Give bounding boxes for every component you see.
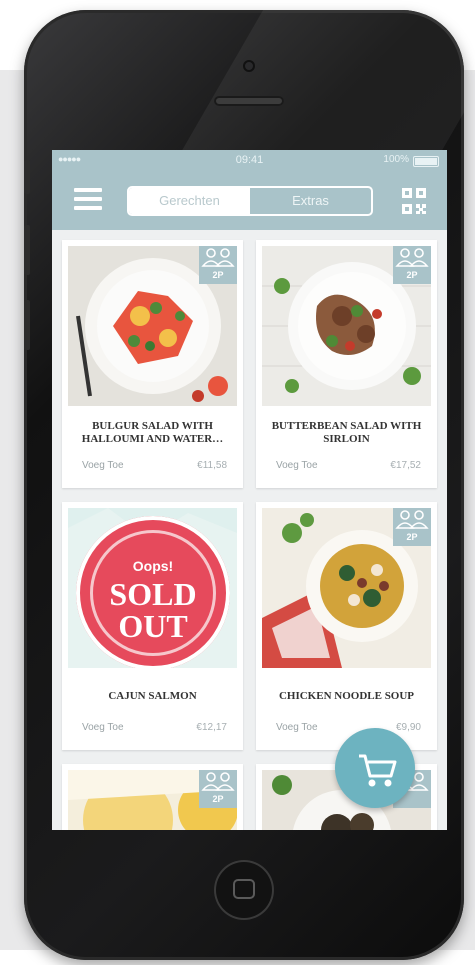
front-camera — [243, 60, 255, 72]
category-segmented-control: Gerechten Extras — [127, 186, 373, 216]
persons-badge: 2P — [199, 246, 237, 284]
cart-button[interactable] — [335, 728, 415, 808]
tab-extras[interactable]: Extras — [250, 188, 371, 214]
persons-icon — [199, 246, 237, 268]
sold-out-stamp: Oops! SOLD OUT — [76, 516, 230, 668]
phone-frame: ●●●●● 09:41 100% Gerechten Extras 2P BUL… — [24, 10, 464, 960]
persons-label: 2P — [212, 794, 224, 804]
product-card[interactable]: 2P BUTTERBEAN SALAD WITH SIRLOIN Voeg To… — [256, 240, 437, 488]
sold-out-line-2: OUT — [118, 608, 188, 644]
product-name: CHICKEN NOODLE SOUP — [278, 690, 415, 702]
home-button[interactable] — [214, 860, 274, 920]
persons-icon — [393, 246, 431, 268]
battery-percent: 100% — [383, 154, 409, 165]
sold-out-line-1: SOLD — [109, 576, 197, 612]
product-card[interactable]: 2P CHICKEN NOODLE SOUP Voeg Toe €9,90 — [256, 502, 437, 750]
product-name: BULGUR SALAD WITH HALLOUMI AND WATER… — [81, 420, 224, 445]
add-to-cart-link[interactable]: Voeg Toe — [276, 722, 318, 733]
product-card[interactable]: 2P — [62, 764, 243, 830]
cart-icon — [359, 754, 397, 787]
persons-icon — [393, 508, 431, 530]
battery-icon — [413, 156, 439, 167]
product-name: CAJUN SALMON — [108, 690, 197, 702]
menu-icon[interactable] — [74, 188, 102, 212]
status-bar: ●●●●● 09:41 100% — [52, 150, 447, 172]
home-square-icon — [233, 879, 255, 899]
product-price: €11,58 — [197, 460, 227, 471]
add-to-cart-link[interactable]: Voeg Toe — [82, 460, 124, 471]
nav-bar: Gerechten Extras — [52, 172, 447, 230]
product-price: €12,17 — [196, 722, 227, 733]
product-price: €17,52 — [390, 460, 421, 471]
persons-badge: 2P — [393, 508, 431, 546]
persons-label: 2P — [406, 270, 418, 280]
mute-switch — [24, 160, 30, 194]
volume-up-button — [24, 225, 30, 275]
qr-code-icon[interactable] — [402, 188, 426, 214]
persons-badge: 2P — [393, 246, 431, 284]
add-to-cart-link[interactable]: Voeg Toe — [276, 460, 318, 471]
product-image: Oops! SOLD OUT — [68, 508, 237, 668]
product-name: BUTTERBEAN SALAD WITH SIRLOIN — [271, 420, 422, 445]
volume-down-button — [24, 300, 30, 350]
tab-gerechten[interactable]: Gerechten — [129, 188, 250, 214]
product-card[interactable]: Oops! SOLD OUT CAJUN SALMON Voeg Toe €12… — [62, 502, 243, 750]
add-to-cart-link[interactable]: Voeg Toe — [82, 722, 124, 733]
persons-badge: 2P — [199, 770, 237, 808]
app-screen: ●●●●● 09:41 100% Gerechten Extras 2P BUL… — [52, 150, 447, 830]
product-card[interactable]: 2P BULGUR SALAD WITH HALLOUMI AND WATER…… — [62, 240, 243, 488]
persons-icon — [199, 770, 237, 792]
sold-out-oops: Oops! — [132, 558, 174, 574]
persons-label: 2P — [212, 270, 224, 280]
earpiece-speaker — [214, 96, 284, 106]
sold-out-text: SOLD OUT — [76, 578, 230, 642]
persons-label: 2P — [406, 532, 418, 542]
